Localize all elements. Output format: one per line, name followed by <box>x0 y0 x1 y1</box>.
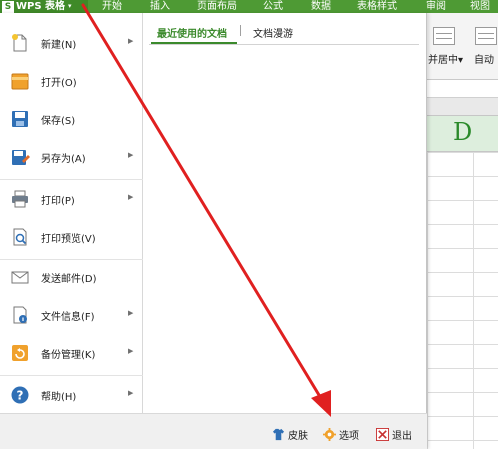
column-header-row <box>427 98 498 116</box>
wps-logo-icon: S <box>2 0 14 13</box>
tab-formulas[interactable]: 公式 <box>263 0 283 13</box>
menu-divider <box>0 179 143 180</box>
menu-item-send-mail[interactable]: 发送邮件(D) <box>0 259 143 295</box>
tab-recent-documents[interactable]: 最近使用的文档 <box>157 25 227 40</box>
file-menu-list: 新建(N) ▶ 打开(O) 保存(S) 另存为(A) ▶ 打印(P) ▶ 打印预… <box>0 13 143 449</box>
options-label: 选项 <box>339 430 359 442</box>
auto-wrap-icon[interactable] <box>475 27 497 45</box>
submenu-arrow-icon: ▶ <box>128 193 134 201</box>
menu-item-file-info[interactable]: 文件信息(F) ▶ <box>0 297 143 333</box>
menu-item-send-mail-label: 发送邮件(D) <box>41 274 97 285</box>
merge-center-icon[interactable] <box>433 27 455 45</box>
svg-text:?: ? <box>17 389 24 403</box>
menu-item-print[interactable]: 打印(P) ▶ <box>0 181 143 217</box>
submenu-arrow-icon: ▶ <box>128 151 134 159</box>
menu-item-backup-label: 备份管理(K) <box>41 350 96 361</box>
menu-item-save-label: 保存(S) <box>41 116 76 127</box>
tab-insert[interactable]: 插入 <box>150 0 170 13</box>
document-tabs: 最近使用的文档 文档漫游 <box>143 13 427 45</box>
gear-icon <box>323 427 336 441</box>
menu-item-save-as-label: 另存为(A) <box>41 154 86 165</box>
tab-review[interactable]: 审阅 <box>426 0 446 13</box>
menu-item-print-preview-label: 打印预览(V) <box>41 234 96 245</box>
menu-item-help-label: 帮助(H) <box>41 392 77 403</box>
save-as-icon <box>12 150 30 165</box>
envelope-icon <box>11 271 29 284</box>
submenu-arrow-icon: ▶ <box>128 347 134 355</box>
spreadsheet-background: 并居中▾ 自动 D <box>427 13 498 449</box>
submenu-arrow-icon: ▶ <box>128 309 134 317</box>
tab-divider <box>240 25 241 36</box>
file-menu-panel: 新建(N) ▶ 打开(O) 保存(S) 另存为(A) ▶ 打印(P) ▶ 打印预… <box>0 13 427 449</box>
formula-bar[interactable] <box>427 80 498 98</box>
submenu-arrow-icon: ▶ <box>128 37 134 45</box>
submenu-arrow-icon: ▶ <box>128 389 134 397</box>
backup-icon <box>12 345 28 361</box>
tshirt-icon <box>272 428 285 440</box>
save-icon <box>12 111 28 127</box>
menu-item-help[interactable]: ? 帮助(H) ▶ <box>0 377 143 413</box>
menu-item-print-label: 打印(P) <box>41 196 75 207</box>
exit-button[interactable]: 退出 <box>376 427 412 442</box>
menu-item-file-info-label: 文件信息(F) <box>41 312 95 323</box>
menu-item-save-as[interactable]: 另存为(A) ▶ <box>0 139 143 175</box>
column-d-header[interactable]: D <box>427 116 498 152</box>
file-menu-footer: 皮肤 选项 退出 <box>0 413 427 449</box>
tab-table-style[interactable]: 表格样式 <box>357 0 397 13</box>
tab-view[interactable]: 视图 <box>470 0 490 13</box>
menu-item-new-label: 新建(N) <box>41 40 77 51</box>
menu-item-save[interactable]: 保存(S) <box>0 101 143 137</box>
menu-item-open-label: 打开(O) <box>41 78 77 89</box>
close-icon <box>376 427 389 441</box>
wps-app-menu-button[interactable]: S WPS 表格 ▾ <box>0 0 88 13</box>
menu-divider <box>0 375 143 376</box>
new-doc-icon <box>12 34 27 52</box>
tab-page-layout[interactable]: 页面布局 <box>197 0 237 13</box>
printer-icon <box>12 190 28 208</box>
cell-grid[interactable] <box>427 152 498 449</box>
tab-data[interactable]: 数据 <box>311 0 331 13</box>
menu-item-backup[interactable]: 备份管理(K) ▶ <box>0 335 143 371</box>
file-info-icon <box>13 306 27 324</box>
tab-home[interactable]: 开始 <box>102 0 122 13</box>
tabs-underline <box>149 44 419 45</box>
menu-item-new[interactable]: 新建(N) ▶ <box>0 25 143 61</box>
exit-label: 退出 <box>392 430 412 442</box>
options-button[interactable]: 选项 <box>323 427 359 442</box>
app-title: WPS 表格 <box>16 1 66 12</box>
folder-open-icon <box>11 73 29 90</box>
tab-document-roaming[interactable]: 文档漫游 <box>253 25 293 40</box>
merge-center-button[interactable]: 并居中▾ <box>428 51 463 66</box>
ribbon-tab-bar: S WPS 表格 ▾ 开始 插入 页面布局 公式 数据 表格样式 审阅 视图 <box>0 0 498 13</box>
help-icon: ? <box>11 386 29 404</box>
skin-label: 皮肤 <box>288 430 308 442</box>
print-preview-icon <box>13 228 27 246</box>
menu-item-open[interactable]: 打开(O) <box>0 63 143 99</box>
menu-item-print-preview[interactable]: 打印预览(V) <box>0 219 143 255</box>
skin-button[interactable]: 皮肤 <box>272 427 308 442</box>
chevron-down-icon: ▾ <box>68 2 72 10</box>
auto-wrap-button[interactable]: 自动 <box>474 51 494 66</box>
ribbon-toolbar: 并居中▾ 自动 <box>427 13 498 80</box>
